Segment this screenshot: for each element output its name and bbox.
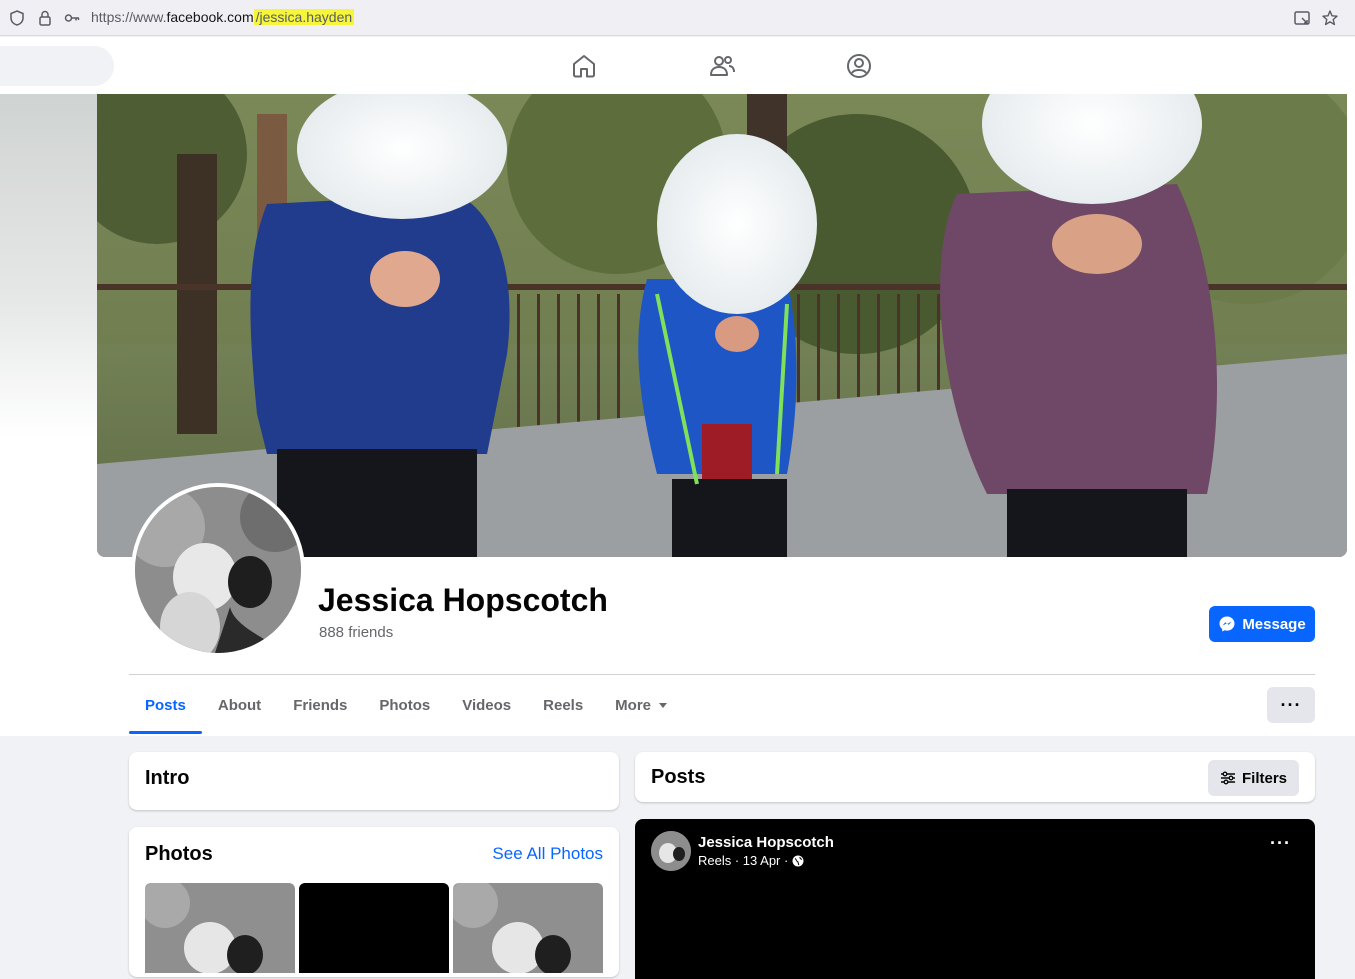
posts-header-card: Posts Filters [635,752,1315,802]
tab-reels[interactable]: Reels [527,676,599,734]
tab-videos[interactable]: Videos [446,676,527,734]
bookmark-star-icon[interactable] [1321,9,1339,27]
post-author-avatar-image [651,831,691,871]
photos-title: Photos [145,843,213,865]
profile-name: Jessica Hopscotch [318,582,608,618]
tab-label: Reels [543,696,584,714]
tab-label: Photos [379,696,431,714]
profile-icon[interactable] [845,52,873,80]
cover-photo[interactable] [97,94,1347,557]
tab-friends[interactable]: Friends [277,676,363,734]
browser-address-bar[interactable]: https://www.facebook.com/jessica.hayden [0,0,1355,36]
filters-button[interactable]: Filters [1207,760,1299,796]
caret-down-icon [659,702,668,708]
intro-title: Intro [145,767,190,789]
home-icon[interactable] [570,52,598,80]
more-options-button[interactable]: ··· [1267,687,1315,723]
posts-title: Posts [651,766,706,788]
profile-header: Jessica Hopscotch 888 friends Message Po… [0,94,1355,736]
filters-label: Filters [1241,769,1287,787]
facebook-top-nav [0,37,1355,94]
photos-card: Photos See All Photos [129,827,619,977]
background-fade [0,94,97,439]
tab-posts[interactable]: Posts [129,676,202,734]
post-meta: Reels · 13 Apr · [698,853,804,868]
header-divider [129,674,1315,675]
lock-icon[interactable] [36,9,54,27]
url-domain: facebook.com [166,9,254,25]
profile-tabs: Posts About Friends Photos Videos Reels … [129,676,683,734]
tab-about[interactable]: About [202,676,277,734]
cover-photo-image [97,94,1347,557]
tab-label: More [615,696,652,714]
tab-label: Videos [462,696,512,714]
post-author-avatar[interactable] [651,831,691,871]
key-icon[interactable] [63,9,81,27]
post-options-button[interactable]: ··· [1270,833,1291,854]
intro-card: Intro [129,752,619,810]
messenger-icon [1219,616,1235,632]
reader-view-icon[interactable] [1293,9,1311,27]
photo-thumbnail[interactable] [453,883,603,973]
url-path-highlighted: /jessica.hayden [253,9,355,25]
filters-icon [1220,771,1235,785]
friends-count[interactable]: 888 friends [319,624,393,641]
photo-thumbnail[interactable] [145,883,295,973]
photo-thumbnail-image [453,883,603,973]
url-text[interactable]: https://www.facebook.com/jessica.hayden [91,9,355,25]
photo-thumbnail-image [145,883,295,973]
tab-more[interactable]: More [599,676,683,734]
search-bar[interactable] [0,46,114,86]
post-meta-text: Reels · 13 Apr · [698,853,789,868]
see-all-photos-link[interactable]: See All Photos [492,844,603,864]
tab-photos[interactable]: Photos [363,676,446,734]
post-author-name[interactable]: Jessica Hopscotch [698,834,834,851]
globe-icon [792,855,804,866]
message-button[interactable]: Message [1209,606,1315,642]
tab-label: Friends [293,696,348,714]
shield-icon[interactable] [8,9,26,27]
url-scheme: https://www. [91,9,167,25]
friends-icon[interactable] [708,52,736,80]
photo-thumbnail[interactable] [299,883,449,973]
profile-avatar-image [135,487,301,653]
tab-label: About [217,696,262,714]
message-button-label: Message [1242,615,1306,633]
tab-label: Posts [145,696,186,714]
profile-avatar[interactable] [131,483,305,657]
post-card: Jessica Hopscotch Reels · 13 Apr · ··· [635,819,1315,979]
